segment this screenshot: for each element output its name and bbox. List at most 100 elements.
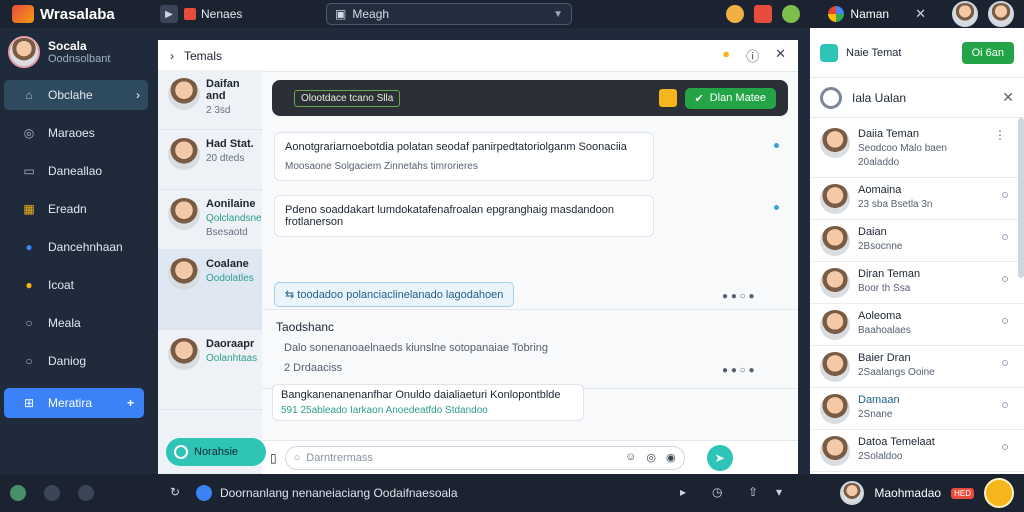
thread-2-bubble[interactable]: Bangkanenanenanfhar Onuldo daialiaeturi …	[272, 384, 584, 421]
reactions[interactable]: ● ● ○ ●	[722, 291, 755, 302]
right-panel-button[interactable]: Oi 6an	[961, 41, 1014, 64]
sticker-icon[interactable]: ◎	[646, 451, 656, 464]
sidebar: Socala Oodnsolbant ⌂ Obclahe › ◎ Maraoes ▭ D…	[0, 28, 152, 474]
list-item[interactable]: Damaan 2Snane	[810, 388, 1024, 430]
circle-icon: ○	[25, 316, 33, 330]
list-item[interactable]: Baier Dran 2Saalangs Ooine	[810, 346, 1024, 388]
assistant-button[interactable]	[984, 478, 1014, 508]
sidebar-item-2[interactable]: ▭ Daneallao	[4, 156, 148, 186]
message-input[interactable]: ○ Darntrermass ☺ ◎ ◉	[284, 445, 685, 470]
link-bubble[interactable]: ⇆ toodadoo polanciaclinelanado lagodahoe…	[274, 282, 515, 307]
contact-avatar	[820, 394, 850, 424]
thread-line: 2 Drdaaciss	[284, 362, 343, 374]
user-chip[interactable]: Naman	[828, 6, 889, 22]
contact-avatar	[820, 226, 850, 256]
badge-icon[interactable]	[782, 5, 801, 23]
list-item[interactable]: Daifan and 2 3sd	[158, 70, 262, 130]
brand[interactable]: Wrasalaba	[0, 5, 150, 23]
avatar[interactable]	[952, 1, 978, 27]
sidebar-primary-button[interactable]: ⊞ Meratira +	[4, 388, 144, 418]
smile-icon[interactable]: ☺	[625, 451, 636, 464]
window-title: Nenaes	[184, 7, 242, 21]
circle-icon	[820, 86, 842, 109]
list-item[interactable]: Aomaina 23 sba Bsetla 3n	[810, 178, 1024, 220]
collapse-icon[interactable]: ›	[170, 49, 174, 63]
chevron-down-icon[interactable]: ▾	[776, 485, 782, 499]
share-icon[interactable]: ⇧	[748, 485, 758, 499]
thread-2-lines: Bangkanenanenanfhar Onuldo daialiaeturi …	[262, 384, 592, 421]
close-icon[interactable]: ✕	[1002, 89, 1014, 106]
search-box[interactable]: ▣ Meagh ▼	[326, 3, 572, 25]
list-item[interactable]: Daoraapr Oolanhtaas	[158, 330, 262, 410]
window-controls: ● ⓘ ✕	[722, 46, 798, 65]
more-icon[interactable]: ⋮	[994, 128, 1006, 142]
thumbs-icon[interactable]: ●	[722, 46, 730, 65]
contact-avatar	[168, 198, 200, 230]
list-item[interactable]: Coalane Oodolatles	[158, 250, 262, 330]
camera-icon[interactable]	[44, 485, 60, 501]
sidebar-item-5[interactable]: ● Icoat	[4, 270, 148, 300]
message-1[interactable]: Aonotgrariarnoebotdia polatan seodaf pan…	[274, 132, 654, 181]
profile[interactable]: Socala Oodnsolbant	[0, 28, 152, 76]
emoji-icon[interactable]	[726, 5, 745, 23]
people-icon[interactable]	[10, 485, 26, 501]
chevron-down-icon[interactable]: ▼	[553, 9, 563, 20]
message-text: Aonotgrariarnoebotdia polatan seodaf pan…	[285, 141, 627, 153]
scrollbar[interactable]	[1018, 118, 1024, 278]
bottom-input[interactable]: Doornanlang nenaneiaciang Oodaifnaesoala	[196, 482, 756, 504]
info-icon[interactable]: ⓘ	[746, 46, 759, 65]
menu-icon[interactable]: ▶	[160, 5, 178, 23]
user-avatar[interactable]	[840, 481, 865, 505]
radio-icon[interactable]	[1002, 402, 1008, 408]
gif-icon[interactable]: ◉	[666, 451, 676, 464]
send-button[interactable]: ➤	[706, 444, 733, 471]
contact-avatar	[820, 352, 850, 382]
attach-icon[interactable]: ▯	[270, 451, 277, 465]
pin-action-button[interactable]: ✔ Dlan Matee	[684, 87, 776, 109]
sidebar-item-6[interactable]: ○ Meala	[4, 308, 148, 338]
bottom-right-tools: Maohmadao HED	[840, 474, 1024, 512]
sidebar-item-1[interactable]: ◎ Maraoes	[4, 118, 148, 148]
radio-icon[interactable]	[1002, 276, 1008, 282]
user-name: Maohmadao	[874, 486, 942, 500]
bell-icon[interactable]	[78, 485, 94, 501]
list-item[interactable]: Daian 2Bsocnne	[810, 220, 1024, 262]
unread-dot	[774, 205, 779, 210]
radio-icon[interactable]	[1002, 234, 1008, 240]
contact-avatar	[168, 258, 200, 290]
close-icon[interactable]: ✕	[775, 46, 786, 65]
refresh-icon[interactable]: ↻	[170, 485, 180, 499]
chat-title: Temals	[184, 48, 223, 63]
list-item[interactable]: Diran Teman Boor th Ssa	[810, 262, 1024, 304]
sidebar-item-7[interactable]: ○ Daniog	[4, 346, 148, 376]
avatar-secondary[interactable]	[988, 1, 1014, 27]
pinned-bar[interactable]: Olootdace tcano Slla ✔ Dlan Matee	[272, 80, 788, 116]
circle-icon	[174, 445, 188, 459]
list-item[interactable]: Aoleoma Baahoalaes	[810, 304, 1024, 346]
message-2[interactable]: Pdeno soaddakart lumdokatafenafroalan ep…	[274, 195, 654, 237]
sidebar-item-3[interactable]: ▦ Ereadn	[4, 194, 148, 224]
chatlist-action-button[interactable]: Norahsie	[166, 438, 266, 466]
chat-icon: ◎	[23, 126, 35, 140]
close-icon[interactable]: ✕	[915, 6, 926, 22]
right-panel-top: Naie Temat Oi 6an	[810, 28, 1024, 78]
list-item[interactable]: Had Stat. 20 dteds	[158, 130, 262, 190]
flag-icon[interactable]	[754, 5, 773, 23]
list-item[interactable]: Aonilaine Qolclandsne Bsesaotd	[158, 190, 262, 250]
sidebar-item-4[interactable]: ● Dancehnhaan	[4, 232, 148, 262]
thread-title: Taodshanc	[276, 320, 335, 334]
clock-icon[interactable]: ◷	[712, 485, 722, 499]
radio-icon[interactable]	[1002, 444, 1008, 450]
radio-icon[interactable]	[1002, 318, 1008, 324]
notification-badge[interactable]: HED	[951, 487, 974, 499]
list-item[interactable]: Datoa Temelaat 2Solaldoo	[810, 430, 1024, 472]
star-icon[interactable]	[658, 89, 677, 107]
reactions[interactable]: ● ● ○ ●	[722, 365, 755, 376]
list-item[interactable]: Daiia Teman Seodcoo Malo baen 20aladdo ⋮	[810, 118, 1024, 178]
radio-icon[interactable]	[1002, 192, 1008, 198]
pinned-tag: Olootdace tcano Slla	[294, 89, 401, 107]
play-icon[interactable]: ▸	[680, 485, 686, 499]
sidebar-item-0[interactable]: ⌂ Obclahe ›	[4, 80, 148, 110]
radio-icon[interactable]	[1002, 360, 1008, 366]
brand-logo-icon	[12, 5, 34, 23]
